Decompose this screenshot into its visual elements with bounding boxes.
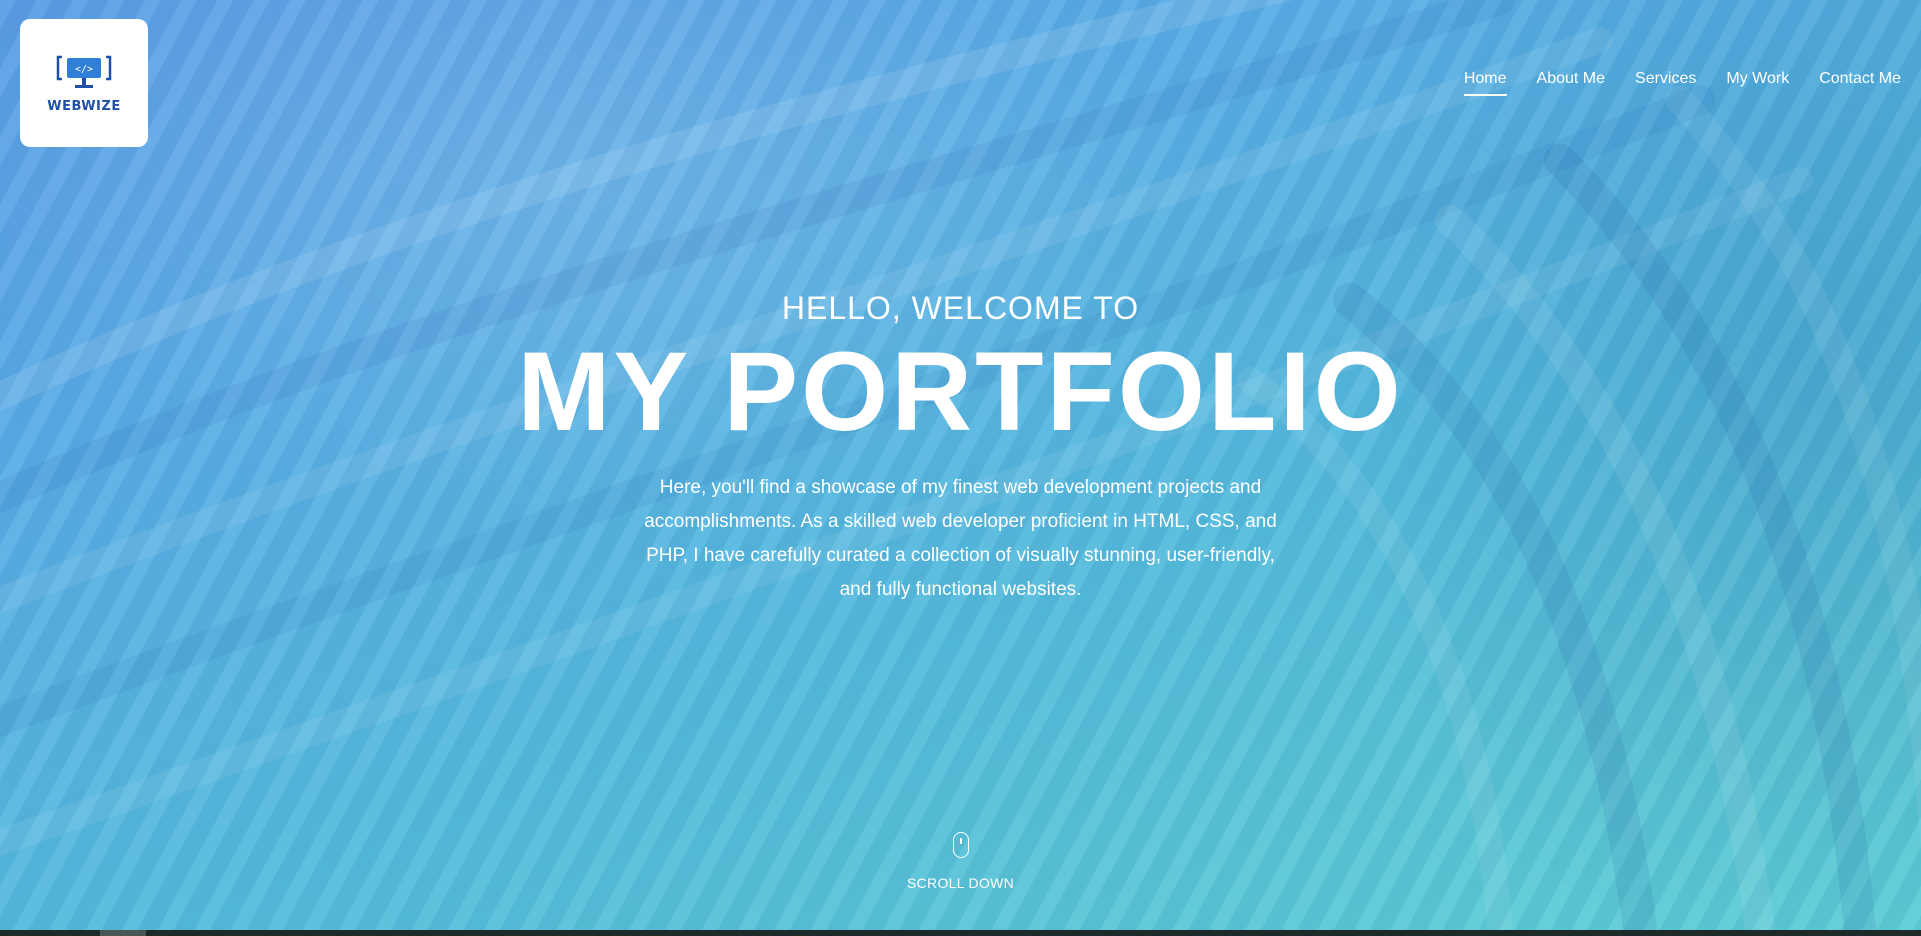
mouse-icon xyxy=(952,832,969,858)
hero-kicker: HELLO, WELCOME TO xyxy=(781,290,1140,326)
bottom-scrollbar xyxy=(0,930,1921,936)
scrollbar-thumb[interactable] xyxy=(100,930,146,936)
hero-description: Here, you'll find a showcase of my fines… xyxy=(644,476,1277,600)
svg-text:</>: </> xyxy=(75,64,93,75)
logo-text: WEBWIZE xyxy=(47,98,121,114)
nav-item-home[interactable]: Home xyxy=(1463,70,1507,96)
nav-item-my-work[interactable]: My Work xyxy=(1726,70,1789,96)
scroll-down-link[interactable]: SCROLL DOWN xyxy=(0,832,1921,891)
logo-link[interactable]: </> WEBWIZE xyxy=(20,19,148,147)
scroll-down-label: SCROLL DOWN xyxy=(906,875,1014,891)
nav-item-services[interactable]: Services xyxy=(1635,70,1696,96)
nav-item-about-me[interactable]: About Me xyxy=(1537,70,1605,96)
monitor-code-icon: </> xyxy=(56,55,112,88)
hero-content: HELLO, WELCOME TO MY PORTFOLIO Here, you… xyxy=(0,290,1921,607)
main-nav: Home About Me Services My Work Contact M… xyxy=(1463,70,1901,96)
hero-title: MY PORTFOLIO xyxy=(517,329,1404,454)
nav-item-contact-me[interactable]: Contact Me xyxy=(1819,70,1901,96)
